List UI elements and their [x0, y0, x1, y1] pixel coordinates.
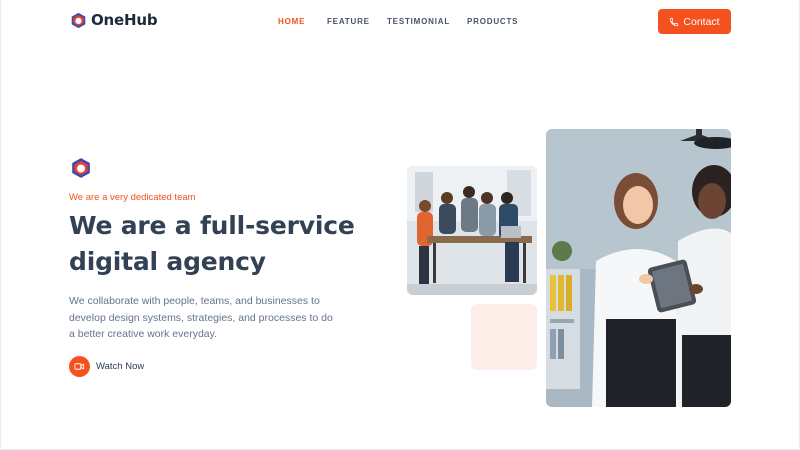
nav-item-feature[interactable]: FEATURE	[327, 17, 370, 26]
hero-description: We collaborate with people, teams, and b…	[69, 295, 333, 340]
contact-button[interactable]: Contact	[658, 9, 731, 34]
phone-icon	[670, 17, 679, 26]
nav-item-home[interactable]: HOME	[278, 17, 305, 26]
video-camera-icon	[74, 363, 85, 370]
decorative-box	[471, 304, 537, 370]
site-header: OneHub HOME FEATURE TESTIMONIAL PRODUCTS…	[0, 0, 800, 44]
contact-label: Contact	[683, 15, 720, 28]
nav-item-products[interactable]: PRODUCTS	[467, 17, 518, 26]
hero-headline: We are a full-service digital agency	[69, 211, 355, 276]
watch-now-button[interactable]: Watch Now	[69, 356, 144, 377]
hero-tagline: We are a very dedicated team	[69, 192, 196, 203]
hexagon-logo-icon	[71, 12, 86, 28]
brand-logo[interactable]: OneHub	[70, 11, 158, 29]
team-meeting-photo	[407, 166, 537, 295]
two-women-with-tablet-photo	[546, 129, 731, 407]
hexagon-logo-icon	[72, 158, 90, 178]
nav-item-testimonial[interactable]: TESTIMONIAL	[387, 17, 450, 26]
brand-name: OneHub	[91, 11, 158, 29]
watch-icon-circle[interactable]	[69, 356, 90, 377]
watch-now-label: Watch Now	[96, 361, 145, 372]
